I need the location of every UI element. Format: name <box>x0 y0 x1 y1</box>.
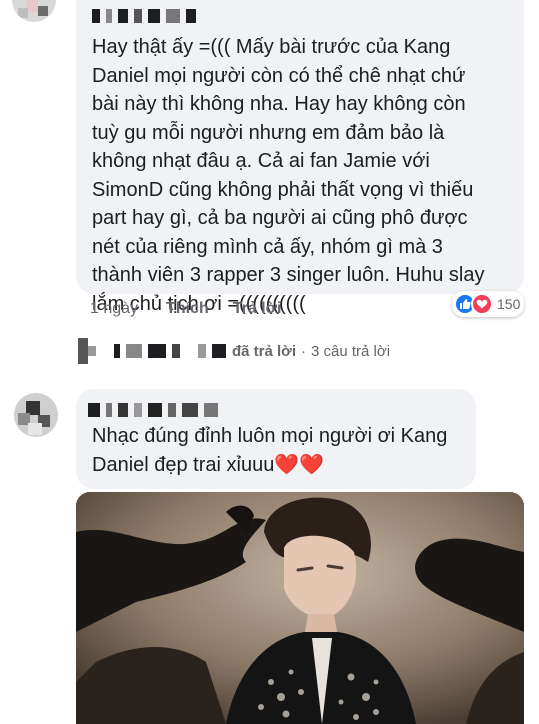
attached-photo[interactable] <box>76 492 524 724</box>
commenter-name-2[interactable] <box>88 402 218 418</box>
commenter-name[interactable] <box>92 8 196 24</box>
comment-text-2: Nhạc đúng đỉnh luôn mọi người ơi Kang Da… <box>92 422 472 479</box>
reaction-count: 150 <box>497 296 521 312</box>
replier-name <box>114 343 180 359</box>
replied-label: đã trả lời <box>232 342 297 360</box>
photo-illustration <box>76 492 524 724</box>
view-replies-link[interactable]: đã trả lời · 3 câu trả lời <box>76 338 390 364</box>
heart-emoji: ❤️❤️ <box>274 453 325 476</box>
comment-text: Hay thật ấy =((( Mấy bài trước của Kang … <box>92 36 485 315</box>
reply-count: 3 câu trả lời <box>311 342 391 360</box>
reply-arrow-icon <box>76 338 100 364</box>
separator: · <box>301 342 307 360</box>
replier-name-2 <box>198 343 226 359</box>
comment-actions: 1 ngày Thích Trả lời <box>90 300 305 318</box>
comment-time[interactable]: 1 ngày <box>90 300 138 318</box>
comment-2-body: Nhạc đúng đỉnh luôn mọi người ơi Kang Da… <box>92 425 448 476</box>
commenter-avatar[interactable] <box>12 0 56 22</box>
reaction-summary[interactable]: 150 <box>452 291 525 317</box>
commenter-avatar-2[interactable] <box>14 393 58 437</box>
love-icon <box>471 293 493 315</box>
reply-button[interactable]: Trả lời <box>233 300 282 318</box>
like-button[interactable]: Thích <box>166 300 209 318</box>
